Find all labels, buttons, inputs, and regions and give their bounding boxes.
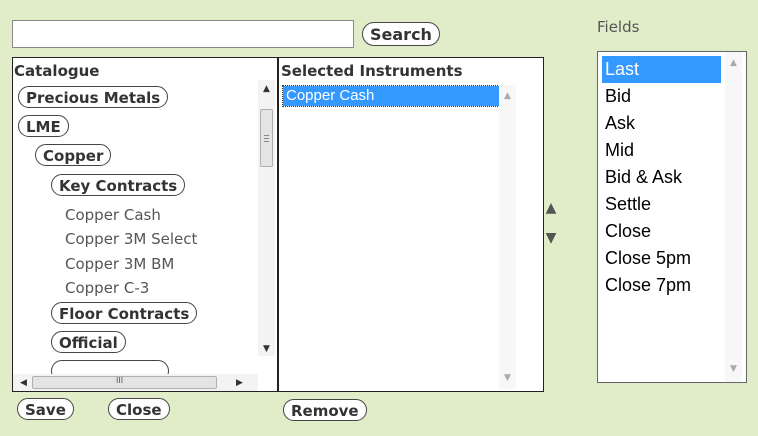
move-down-icon[interactable]: ▼	[543, 230, 559, 246]
scroll-up-arrow-icon[interactable]: ▲	[499, 91, 516, 101]
fields-list-scrollbar[interactable]: ▲ ▼	[725, 52, 742, 382]
tree-node-precious-metals[interactable]: Precious Metals	[18, 86, 169, 108]
tree-node-floor-contracts[interactable]: Floor Contracts	[51, 302, 198, 324]
scroll-up-arrow-icon[interactable]: ▲	[258, 84, 275, 94]
scroll-left-arrow-icon[interactable]: ◀	[15, 378, 32, 388]
search-input[interactable]	[12, 20, 354, 48]
selected-instruments-panel[interactable]: Selected Instruments Copper Cash ▲ ▼	[278, 57, 544, 392]
grip-icon: III	[116, 376, 124, 385]
remove-button[interactable]: Remove	[283, 399, 367, 421]
tree-node-lme[interactable]: LME	[18, 115, 69, 137]
scroll-right-arrow-icon[interactable]: ▶	[231, 378, 248, 388]
catalogue-header: Catalogue	[14, 62, 100, 80]
tree-node-key-contracts[interactable]: Key Contracts	[51, 174, 186, 196]
selected-list-scrollbar[interactable]: ▲ ▼	[499, 85, 516, 389]
scrollbar-thumb[interactable]	[260, 109, 273, 167]
selected-header: Selected Instruments	[281, 62, 463, 80]
field-item-last[interactable]: Last	[602, 56, 721, 83]
move-up-icon[interactable]: ▲	[543, 200, 559, 216]
save-button[interactable]: Save	[17, 398, 74, 420]
scroll-down-arrow-icon[interactable]: ▼	[499, 373, 516, 383]
tree-leaf-copper-cash[interactable]: Copper Cash	[65, 206, 161, 224]
field-item-bid[interactable]: Bid	[602, 83, 721, 110]
tree-leaf-copper-3m-bm[interactable]: Copper 3M BM	[65, 255, 174, 273]
tree-node-official[interactable]: Official	[51, 331, 126, 353]
field-item-bid-ask[interactable]: Bid & Ask	[602, 164, 721, 191]
scroll-down-arrow-icon[interactable]: ▼	[258, 344, 275, 354]
selected-item-copper-cash[interactable]: Copper Cash	[282, 85, 500, 107]
close-button[interactable]: Close	[108, 398, 170, 420]
field-item-settle[interactable]: Settle	[602, 191, 721, 218]
field-item-mid[interactable]: Mid	[602, 137, 721, 164]
catalogue-horizontal-scrollbar[interactable]: ◀ III ▶	[13, 374, 258, 391]
selected-instruments-list[interactable]: Copper Cash ▲ ▼	[281, 85, 517, 389]
field-item-close[interactable]: Close	[602, 218, 721, 245]
field-item-ask[interactable]: Ask	[602, 110, 721, 137]
field-item-close-7pm[interactable]: Close 7pm	[602, 272, 721, 299]
tree-node-copper[interactable]: Copper	[35, 144, 112, 166]
search-button[interactable]: Search	[362, 22, 440, 46]
tree-leaf-copper-3m-select[interactable]: Copper 3M Select	[65, 230, 197, 248]
tree-leaf-copper-c3[interactable]: Copper C-3	[65, 279, 149, 297]
scrollbar-thumb-horizontal[interactable]: III	[32, 376, 217, 389]
fields-list[interactable]: Last Bid Ask Mid Bid & Ask Settle Close …	[597, 51, 747, 383]
catalogue-panel[interactable]: Catalogue Precious Metals LME Copper Key…	[12, 57, 278, 392]
scroll-down-arrow-icon[interactable]: ▼	[725, 364, 742, 374]
fields-label: Fields	[597, 18, 640, 36]
scroll-up-arrow-icon[interactable]: ▲	[725, 58, 742, 68]
field-item-close-5pm[interactable]: Close 5pm	[602, 245, 721, 272]
catalogue-vertical-scrollbar[interactable]: ▲ ▼	[258, 80, 275, 356]
